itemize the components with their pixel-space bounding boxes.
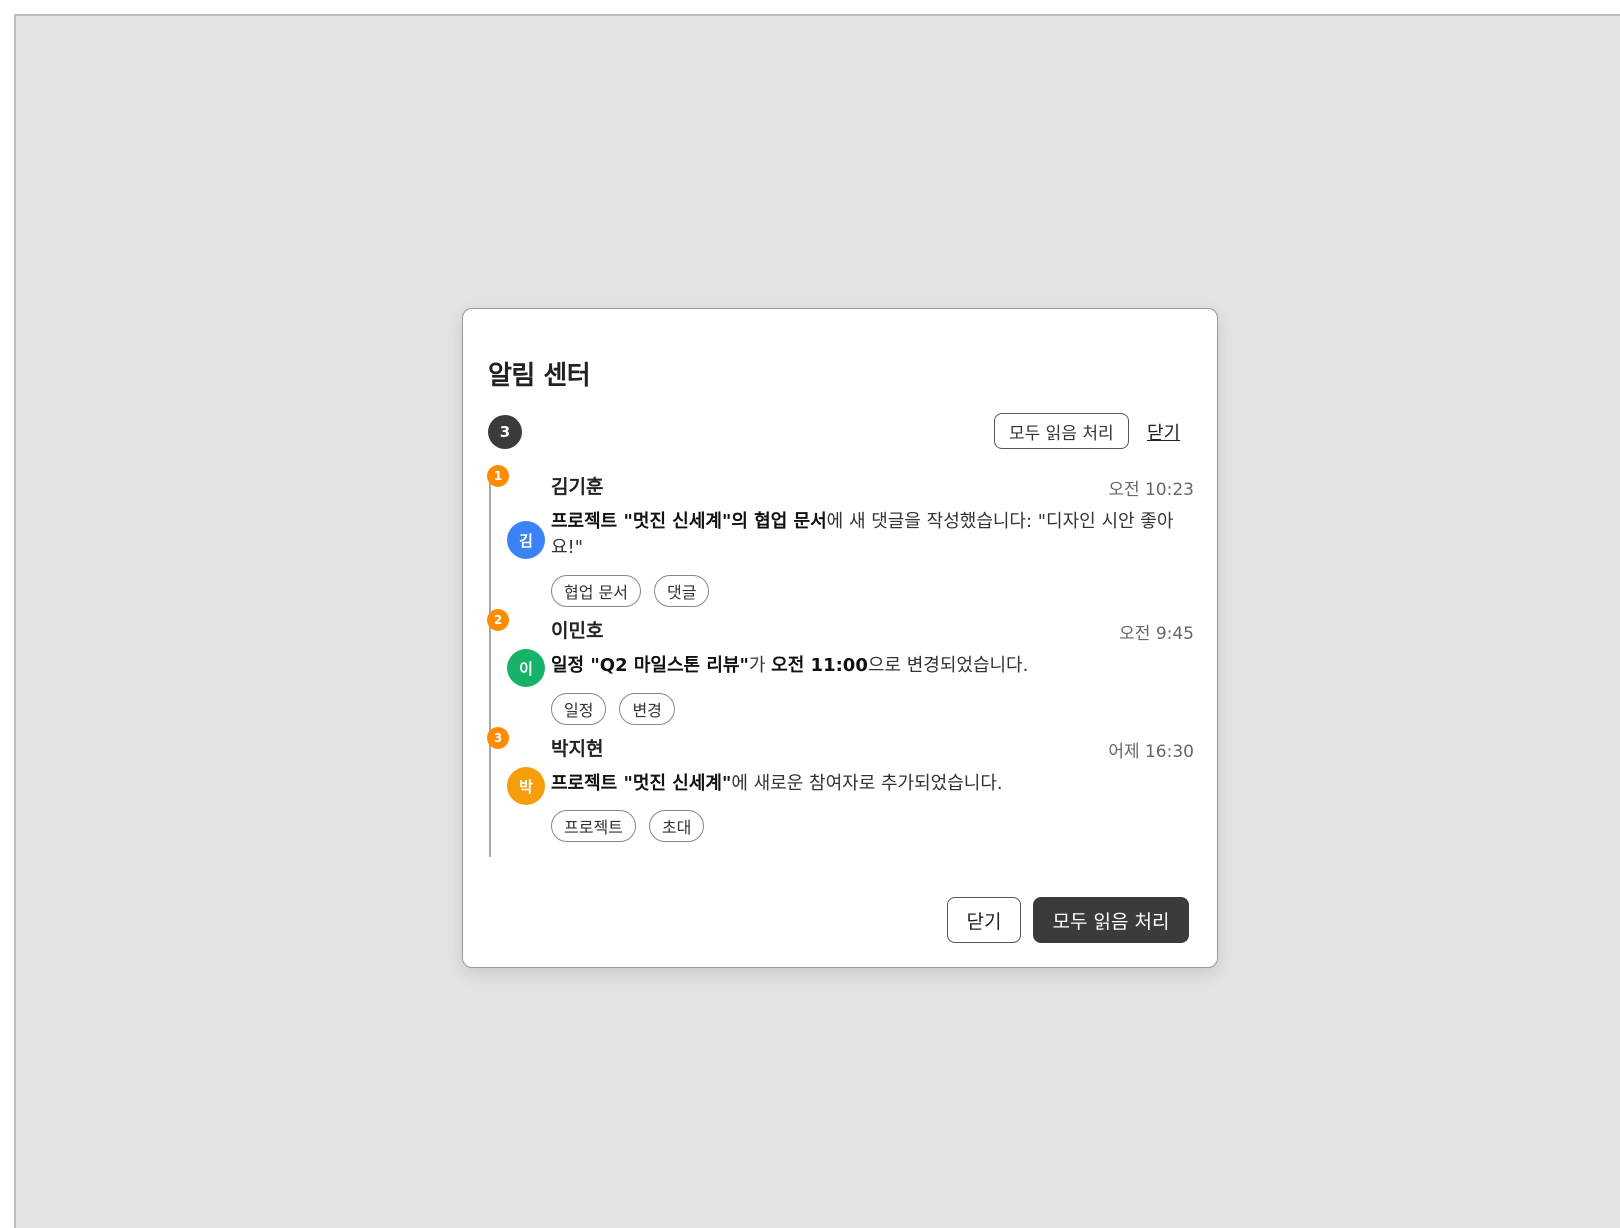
tag-chip[interactable]: 협업 문서 (551, 575, 641, 607)
notification-index-badge: 1 (487, 465, 509, 487)
dialog-title: 알림 센터 (488, 361, 591, 391)
message-highlight[interactable]: 일정 "Q2 마일스톤 리뷰" (551, 655, 749, 676)
tag-list: 프로젝트 초대 (551, 810, 705, 842)
tag-list: 협업 문서 댓글 (551, 575, 710, 607)
tag-chip[interactable]: 일정 (551, 693, 607, 725)
message-text: 가 (748, 655, 772, 676)
avatar: 박 (507, 767, 545, 805)
tag-list: 일정 변경 (551, 693, 675, 725)
timestamp: 오전 10:23 (1108, 480, 1194, 500)
message-text: 으로 변경되었습니다. (867, 655, 1029, 676)
timestamp: 오전 9:45 (1119, 624, 1194, 644)
message-highlight[interactable]: 프로젝트 "멋진 신세계"의 협업 문서 (551, 511, 827, 532)
message-text: 에 새로운 참여자로 추가되었습니다. (731, 773, 1003, 794)
mark-all-read-button-header[interactable]: 모두 읽음 처리 (994, 413, 1129, 449)
close-button[interactable]: 닫기 (947, 897, 1021, 943)
avatar: 김 (507, 521, 545, 559)
tag-chip[interactable]: 변경 (619, 693, 675, 725)
tag-chip[interactable]: 초대 (648, 810, 705, 842)
notification-index-badge: 2 (487, 609, 509, 631)
notification-message: 프로젝트 "멋진 신세계"에 새로운 참여자로 추가되었습니다. (551, 771, 1195, 797)
sender-name: 김기훈 (551, 476, 604, 498)
message-highlight: 오전 11:00 (771, 655, 868, 676)
tag-chip[interactable]: 댓글 (653, 575, 710, 607)
notification-message: 일정 "Q2 마일스톤 리뷰"가 오전 11:00으로 변경되었습니다. (551, 653, 1195, 679)
timeline-line (489, 477, 491, 857)
sender-name: 박지현 (551, 738, 604, 760)
avatar: 이 (507, 649, 545, 687)
unread-count-badge: 3 (488, 415, 522, 449)
tag-chip[interactable]: 프로젝트 (551, 810, 636, 842)
notification-index-badge: 3 (487, 727, 509, 749)
timestamp: 어제 16:30 (1108, 742, 1194, 762)
message-highlight[interactable]: 프로젝트 "멋진 신세계" (551, 773, 731, 794)
modal-backdrop: 알림 센터 3 모두 읽음 처리 닫기 1 김 김기훈 오전 10:23 프로젝… (14, 14, 1620, 1228)
notification-center-dialog: 알림 센터 3 모두 읽음 처리 닫기 1 김 김기훈 오전 10:23 프로젝… (462, 308, 1218, 968)
sender-name: 이민호 (551, 620, 604, 642)
notification-message: 프로젝트 "멋진 신세계"의 협업 문서에 새 댓글을 작성했습니다: "디자인… (551, 509, 1195, 561)
mark-all-read-button[interactable]: 모두 읽음 처리 (1033, 897, 1189, 943)
close-link[interactable]: 닫기 (1147, 419, 1180, 445)
